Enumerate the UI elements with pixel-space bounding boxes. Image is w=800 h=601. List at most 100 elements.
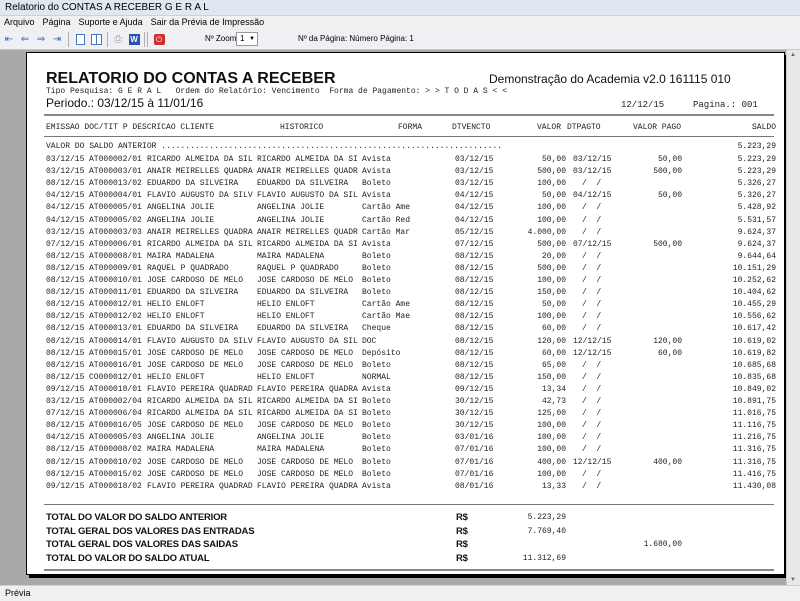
cell-valor: 400,00 bbox=[537, 457, 566, 467]
window-title: Relatorio do CONTAS A RECEBER G E R A L bbox=[0, 0, 800, 16]
cell-doc-tit: AT000018/02 bbox=[89, 481, 142, 491]
cell-doc-tit: AT000006/04 bbox=[89, 409, 142, 419]
cell-doc-tit: AT000015/01 bbox=[89, 348, 142, 358]
cell-cliente: EDUARDO DA SILVEIRA bbox=[147, 179, 239, 189]
cell-cliente: FLAVIO PEREIRA QUADRAD bbox=[147, 384, 253, 394]
cell-saldo: 9.624,37 bbox=[737, 239, 776, 249]
menu-bar: Arquivo Página Suporte e Ajuda Sair da P… bbox=[0, 16, 800, 29]
cell-valor: 60,00 bbox=[541, 348, 566, 358]
cell-valor: 50,00 bbox=[541, 300, 566, 310]
saldo-anterior-value: 5.223,29 bbox=[737, 142, 776, 151]
cell-emissao: 08/12/15 bbox=[46, 360, 85, 370]
cell-valor: 500,00 bbox=[537, 263, 566, 273]
cell-doc-tit: AT000010/01 bbox=[89, 276, 142, 285]
total-label: TOTAL DO VALOR DO SALDO ATUAL bbox=[46, 552, 210, 564]
cell-saldo: 10.835,68 bbox=[732, 372, 776, 382]
cell-saldo: 10.404,62 bbox=[732, 288, 776, 298]
cell-dtpagto: / / bbox=[582, 312, 602, 322]
menu-pagina[interactable]: Página bbox=[39, 16, 75, 29]
cell-doc-tit: CO000012/01 bbox=[89, 372, 142, 382]
cell-cliente: FLAVIO PEREIRA QUADRAD bbox=[147, 481, 253, 491]
cell-dtpagto: / / bbox=[582, 481, 602, 491]
cell-dtpagto: / / bbox=[582, 360, 602, 370]
cell-forma: Avista bbox=[362, 239, 391, 249]
cell-dtpagto: 12/12/15 bbox=[573, 457, 612, 467]
print-icon[interactable]: ⎙ bbox=[112, 32, 124, 46]
cell-dtvencto: 08/12/15 bbox=[455, 263, 494, 273]
cell-doc-tit: AT000002/01 bbox=[89, 155, 142, 164]
cell-cliente: EDUARDO DA SILVEIRA bbox=[147, 288, 239, 298]
menu-arquivo[interactable]: Arquivo bbox=[0, 16, 39, 29]
cell-cliente: ANGELINA JOLIE bbox=[147, 203, 215, 213]
cell-doc-tit: AT000016/01 bbox=[89, 360, 142, 370]
cell-forma: Avista bbox=[362, 481, 391, 491]
two-pages-icon[interactable] bbox=[90, 32, 103, 46]
cell-forma: Avista bbox=[362, 155, 391, 164]
cell-saldo: 10.619,82 bbox=[732, 348, 776, 358]
next-page-icon[interactable]: ⇒ bbox=[35, 32, 47, 46]
first-page-icon[interactable]: ⇤ bbox=[3, 32, 15, 46]
zoom-select[interactable]: 1 ▼ bbox=[236, 32, 258, 46]
cell-dtvencto: 03/12/15 bbox=[455, 167, 494, 177]
cell-dtvencto: 08/12/15 bbox=[455, 360, 494, 370]
scroll-up-icon[interactable]: ▲ bbox=[790, 52, 796, 58]
cell-emissao: 08/12/15 bbox=[46, 324, 85, 334]
menu-sair-previa[interactable]: Sair da Prévia de Impressão bbox=[147, 16, 269, 29]
cell-dtvencto: 30/12/15 bbox=[455, 421, 494, 431]
cell-dtpagto: / / bbox=[582, 251, 602, 261]
cell-historico: ANGELINA JOLIE bbox=[257, 203, 325, 213]
cell-saldo: 5.223,29 bbox=[737, 155, 776, 164]
cell-cliente: JOSE CARDOSO DE MELO bbox=[147, 276, 244, 285]
cell-doc-tit: AT000003/01 bbox=[89, 167, 142, 177]
cell-saldo: 5.531,57 bbox=[737, 215, 776, 225]
report-page-number: Pagina.: 001 bbox=[693, 100, 758, 110]
cell-emissao: 08/12/15 bbox=[46, 251, 85, 261]
word-export-icon[interactable]: W bbox=[128, 32, 140, 46]
cell-doc-tit: AT000002/04 bbox=[89, 397, 142, 406]
header-valor: VALOR bbox=[536, 123, 561, 132]
menu-suporte[interactable]: Suporte e Ajuda bbox=[75, 16, 147, 29]
total-label: TOTAL DO VALOR DO SALDO ANTERIOR bbox=[46, 512, 227, 523]
cell-forma: Boleto bbox=[362, 288, 391, 298]
report-date: 12/12/15 bbox=[621, 100, 665, 110]
cell-forma: Avista bbox=[362, 191, 391, 201]
cell-historico: RICARDO ALMEIDA DA SI bbox=[257, 239, 358, 249]
cell-dtpagto: / / bbox=[582, 276, 602, 285]
cell-valor: 50,00 bbox=[541, 191, 566, 201]
cell-doc-tit: AT000014/01 bbox=[89, 336, 142, 346]
cell-cliente: ANGELINA JOLIE bbox=[147, 433, 215, 443]
cell-emissao: 03/12/15 bbox=[46, 155, 85, 164]
cell-forma: Depósito bbox=[362, 348, 401, 358]
cell-dtpagto: / / bbox=[582, 263, 602, 273]
cell-forma: Boleto bbox=[362, 433, 391, 443]
cell-dtvencto: 08/12/15 bbox=[455, 312, 494, 322]
cell-dtpagto: 04/12/15 bbox=[573, 191, 612, 201]
cell-dtvencto: 08/12/15 bbox=[455, 372, 494, 382]
cell-historico: ANGELINA JOLIE bbox=[257, 433, 325, 443]
vertical-scrollbar[interactable]: ▲ ▼ bbox=[786, 50, 800, 585]
cell-valor-pago: 50,00 bbox=[657, 191, 682, 201]
single-page-icon[interactable] bbox=[74, 32, 86, 46]
cell-cliente: FLAVIO AUGUSTO DA SILV bbox=[147, 191, 253, 201]
cell-emissao: 04/12/15 bbox=[46, 215, 85, 225]
cell-historico: FLAVIO AUGUSTO DA SIL bbox=[257, 336, 358, 346]
close-preview-icon[interactable]: ⏻ bbox=[153, 32, 165, 46]
cell-valor: 120,00 bbox=[537, 336, 566, 346]
divider bbox=[44, 114, 774, 116]
cell-doc-tit: AT000009/01 bbox=[89, 263, 142, 273]
zoom-value: 1 bbox=[240, 34, 245, 43]
cell-historico: EDUARDO DA SILVEIRA bbox=[257, 324, 349, 334]
cell-forma: Cheque bbox=[362, 324, 391, 334]
cell-valor: 100,00 bbox=[537, 179, 566, 189]
cell-cliente: ANAIR MEIRELLES QUADRA bbox=[147, 167, 253, 177]
scroll-down-icon[interactable]: ▼ bbox=[790, 577, 796, 583]
last-page-icon[interactable]: ⇥ bbox=[51, 32, 63, 46]
report-title: RELATORIO DO CONTAS A RECEBER bbox=[46, 70, 336, 87]
cell-historico: EDUARDO DA SILVEIRA bbox=[257, 179, 349, 189]
cell-valor: 100,00 bbox=[537, 203, 566, 213]
cell-dtvencto: 04/12/15 bbox=[455, 203, 494, 213]
cell-forma: Boleto bbox=[362, 263, 391, 273]
cell-dtpagto: / / bbox=[582, 288, 602, 298]
cell-cliente: RAQUEL P QUADRADO bbox=[147, 263, 229, 273]
previous-page-icon[interactable]: ⇐ bbox=[19, 32, 31, 46]
